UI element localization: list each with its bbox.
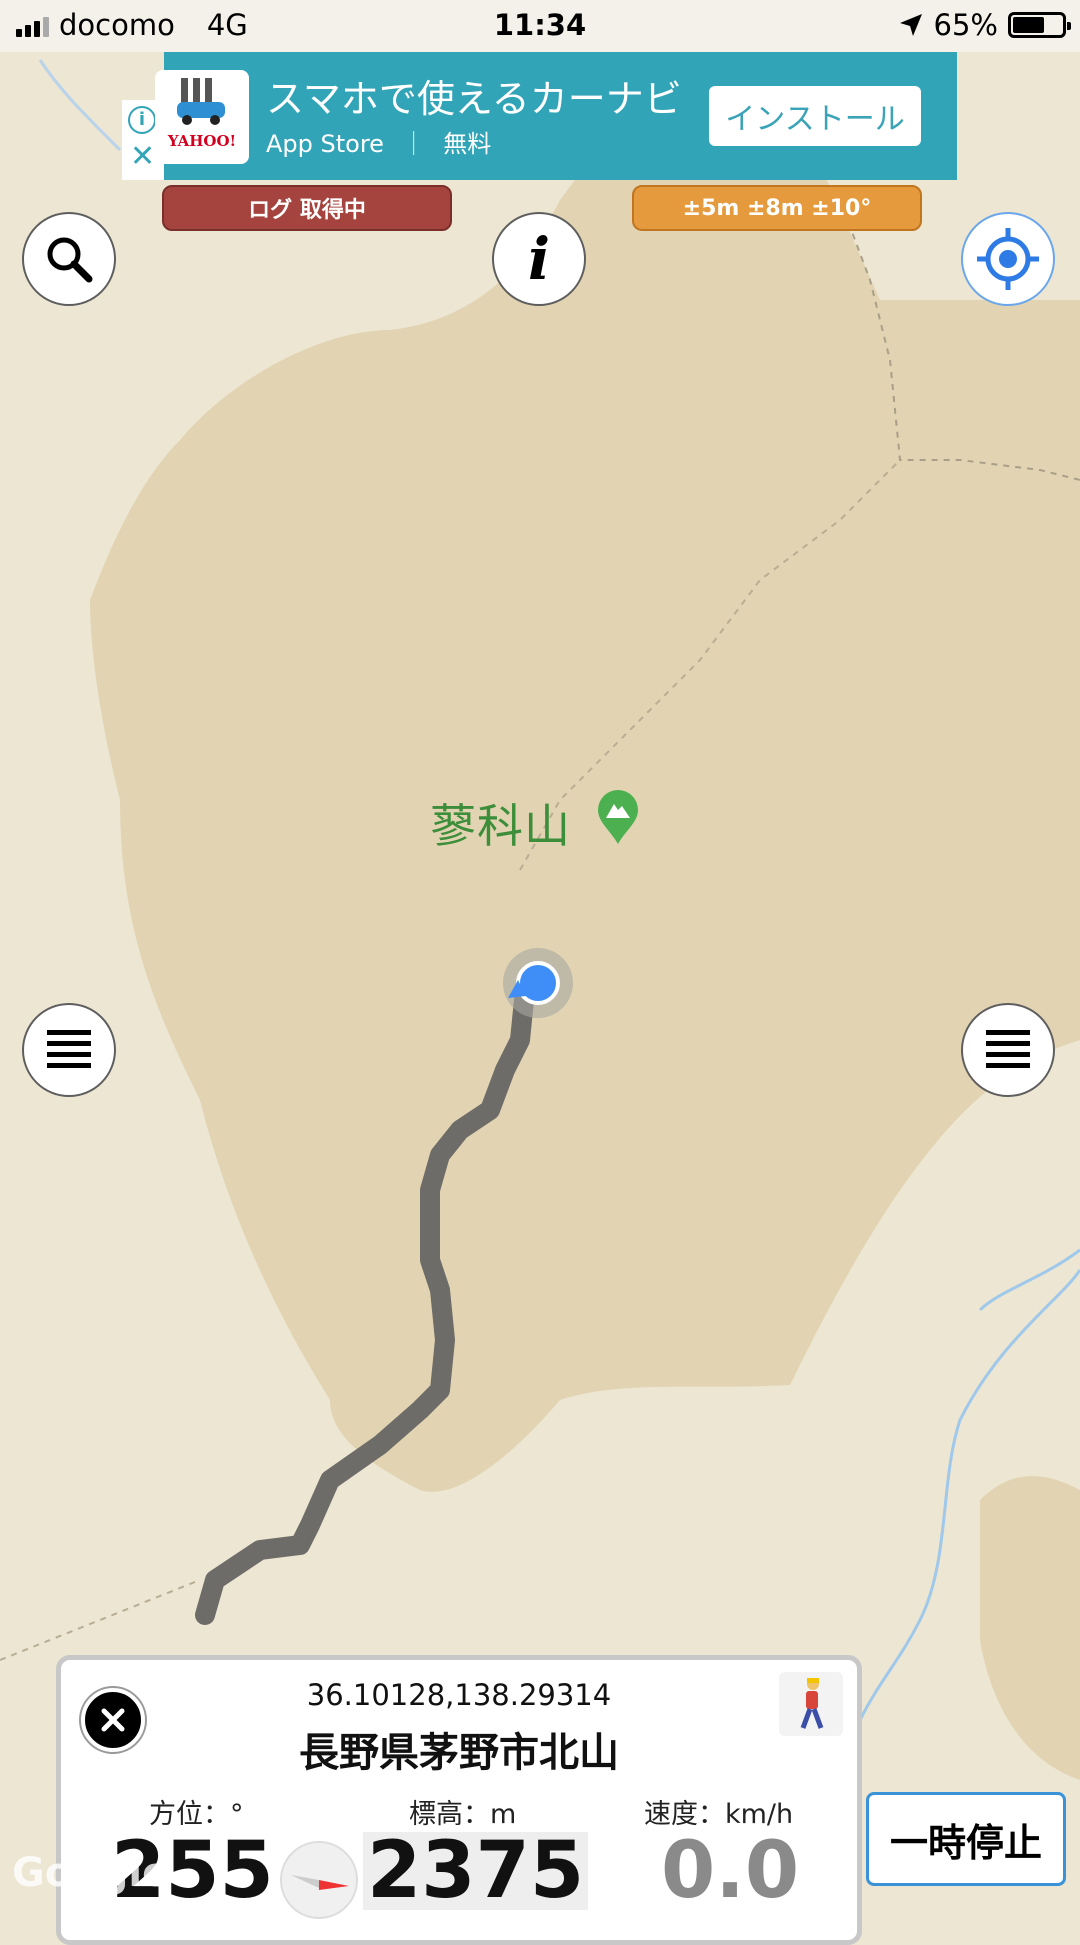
ad-headline: スマホで使えるカーナビ <box>266 77 682 121</box>
mountain-pin-icon[interactable] <box>596 790 640 846</box>
hamburger-icon <box>47 1030 91 1068</box>
location-arrow-icon <box>899 14 922 36</box>
current-location-dot <box>516 961 560 1005</box>
info-button[interactable]: i <box>492 212 586 306</box>
info-icon: i <box>527 225 551 293</box>
walking-mode-button[interactable] <box>779 1672 843 1736</box>
locate-me-button[interactable] <box>961 212 1055 306</box>
ad-banner[interactable]: YAHOO! スマホで使えるカーナビ App Store ｜ 無料 インストール <box>155 52 957 180</box>
speed-value: 0.0 <box>661 1826 800 1916</box>
coordinates: 36.10128,138.29314 <box>306 1678 612 1712</box>
info-icon[interactable]: i <box>128 106 156 134</box>
hamburger-icon <box>986 1030 1030 1068</box>
compass-icon <box>280 1841 358 1919</box>
install-button[interactable]: インストール <box>709 86 921 146</box>
battery-percent: 65% <box>933 8 998 42</box>
ad-brand: YAHOO! <box>167 132 237 150</box>
close-ad-icon[interactable]: ✕ <box>130 142 155 172</box>
google-logo: Google <box>12 1850 170 1896</box>
place-name: 長野県茅野市北山 <box>299 1730 619 1776</box>
accuracy-pill: ±5m ±8m ±10° <box>632 185 922 231</box>
left-menu-button[interactable] <box>22 1003 116 1097</box>
location-info-card: 36.10128,138.29314 長野県茅野市北山 方位：° 標高：m 速度… <box>56 1655 862 1945</box>
status-bar: docomo 4G 11:34 65% <box>0 0 1080 52</box>
pause-button[interactable]: 一時停止 <box>866 1792 1066 1886</box>
log-status-pill: ログ 取得中 <box>162 185 452 231</box>
app-icon: YAHOO! <box>155 70 249 164</box>
peak-label[interactable]: 蓼科山 <box>430 790 571 856</box>
search-icon <box>47 237 93 283</box>
altitude-value: 2375 <box>363 1832 589 1910</box>
battery-icon <box>1008 12 1071 38</box>
ad-store: App Store ｜ 無料 <box>266 130 492 158</box>
right-menu-button[interactable] <box>961 1003 1055 1097</box>
walking-person-icon <box>800 1678 824 1729</box>
search-button[interactable] <box>22 212 116 306</box>
target-icon <box>977 228 1039 290</box>
